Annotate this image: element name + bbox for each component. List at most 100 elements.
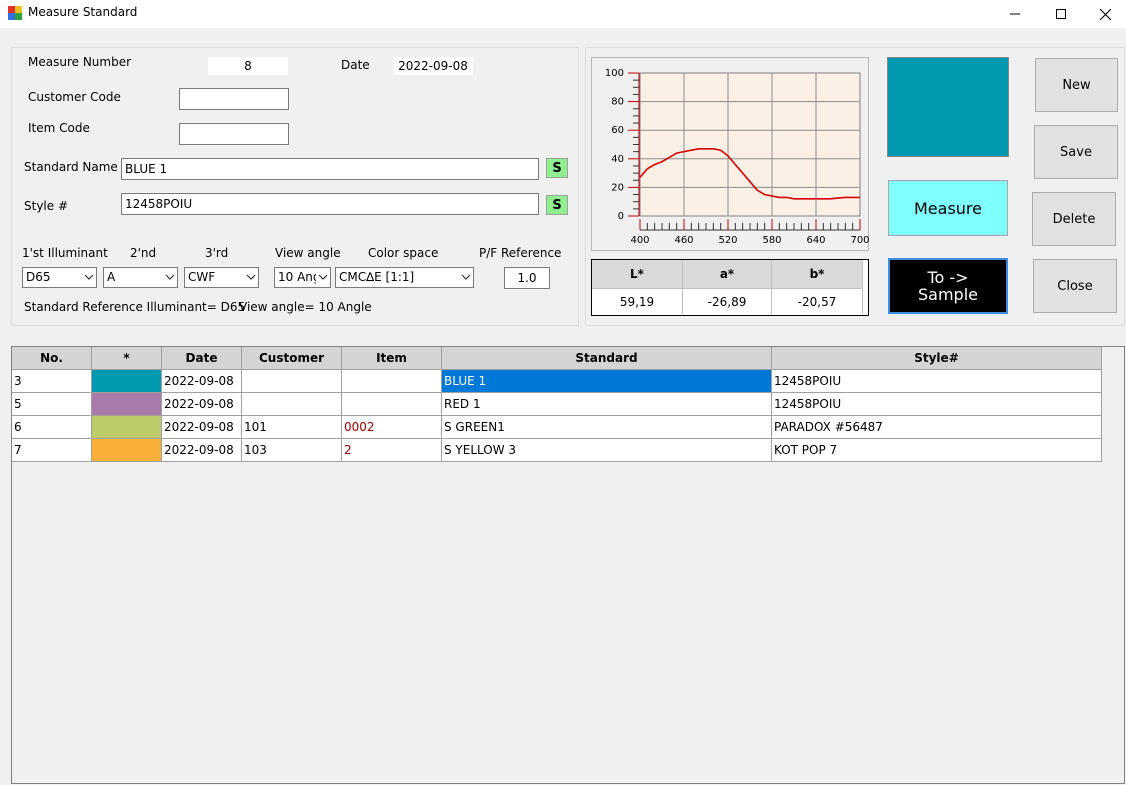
illuminant-2-label: 2'nd bbox=[130, 246, 157, 260]
style-s-button[interactable]: S bbox=[546, 195, 568, 215]
lab-header-l: L* bbox=[592, 260, 683, 289]
x-tick-label: 520 bbox=[718, 235, 737, 246]
lab-header-b: b* bbox=[772, 260, 863, 289]
customer-code-field[interactable] bbox=[179, 88, 289, 110]
cell-style[interactable]: PARADOX #56487 bbox=[772, 416, 1102, 439]
cell-no[interactable]: 6 bbox=[12, 416, 92, 439]
to-sample-line-1: To -> bbox=[927, 268, 969, 287]
cell-customer[interactable] bbox=[242, 393, 342, 416]
maximize-button[interactable] bbox=[1038, 0, 1084, 28]
cell-standard[interactable]: S YELLOW 3 bbox=[442, 439, 772, 462]
illuminant-3-value: CWF bbox=[188, 270, 216, 284]
column-header-customer[interactable]: Customer bbox=[242, 347, 342, 370]
row-color-swatch[interactable] bbox=[92, 439, 162, 462]
cell-item[interactable]: 2 bbox=[342, 439, 442, 462]
x-tick-label: 400 bbox=[630, 235, 649, 246]
minimize-button[interactable] bbox=[992, 0, 1038, 28]
pf-reference-field[interactable]: 1.0 bbox=[504, 267, 550, 289]
close-icon bbox=[1099, 8, 1111, 20]
illuminant-2-select[interactable]: A bbox=[103, 267, 178, 288]
color-space-select[interactable]: CMC∆E [1:1] bbox=[335, 267, 474, 288]
chevron-down-icon bbox=[461, 274, 471, 280]
chevron-down-icon bbox=[165, 274, 175, 280]
cell-no[interactable]: 5 bbox=[12, 393, 92, 416]
cell-style[interactable]: 12458POIU bbox=[772, 393, 1102, 416]
column-header-date[interactable]: Date bbox=[162, 347, 242, 370]
cell-date[interactable]: 2022-09-08 bbox=[162, 416, 242, 439]
lab-values-table: L* a* b* 59,19 -26,89 -20,57 bbox=[591, 259, 869, 316]
column-header-color-marker[interactable]: * bbox=[92, 347, 162, 370]
cell-standard[interactable]: S GREEN1 bbox=[442, 416, 772, 439]
measure-number-value: 8 bbox=[208, 57, 288, 75]
x-tick-label: 640 bbox=[806, 235, 825, 246]
cell-standard[interactable]: BLUE 1 bbox=[442, 370, 772, 393]
cell-customer[interactable] bbox=[242, 370, 342, 393]
y-tick-label: 100 bbox=[605, 68, 624, 79]
save-button[interactable]: Save bbox=[1034, 125, 1118, 179]
color-space-value: CMC∆E [1:1] bbox=[339, 270, 415, 284]
color-space-label: Color space bbox=[368, 246, 439, 260]
illuminant-1-label: 1'st Illuminant bbox=[22, 246, 108, 260]
illuminant-3-select[interactable]: CWF bbox=[184, 267, 259, 288]
row-color-swatch[interactable] bbox=[92, 416, 162, 439]
cell-customer[interactable]: 103 bbox=[242, 439, 342, 462]
cell-item[interactable] bbox=[342, 393, 442, 416]
view-angle-select[interactable]: 10 Ang bbox=[274, 267, 331, 288]
date-value: 2022-09-08 bbox=[393, 57, 473, 75]
close-window-button[interactable] bbox=[1082, 0, 1126, 28]
cell-date[interactable]: 2022-09-08 bbox=[162, 393, 242, 416]
standard-name-field[interactable]: BLUE 1 bbox=[121, 158, 539, 180]
y-tick-label: 40 bbox=[611, 154, 624, 165]
column-header-item[interactable]: Item bbox=[342, 347, 442, 370]
cell-item[interactable]: 0002 bbox=[342, 416, 442, 439]
column-header-no[interactable]: No. bbox=[12, 347, 92, 370]
window-title: Measure Standard bbox=[28, 5, 138, 19]
lab-value-b: -20,57 bbox=[772, 289, 863, 315]
row-color-swatch[interactable] bbox=[92, 393, 162, 416]
y-tick-label: 80 bbox=[611, 97, 624, 108]
illuminant-3-label: 3'rd bbox=[205, 246, 229, 260]
cell-date[interactable]: 2022-09-08 bbox=[162, 439, 242, 462]
standards-grid[interactable]: No. * Date Customer Item Standard Style# 3 2022-… bbox=[11, 346, 1125, 784]
date-label: Date bbox=[341, 58, 370, 72]
lab-header-a: a* bbox=[683, 260, 772, 289]
item-code-field[interactable] bbox=[179, 123, 289, 145]
reference-angle-text: View angle= 10 Angle bbox=[239, 300, 372, 314]
row-color-swatch[interactable] bbox=[92, 370, 162, 393]
to-sample-button[interactable]: To -> Sample bbox=[888, 258, 1008, 314]
measure-button[interactable]: Measure bbox=[888, 180, 1008, 236]
style-field[interactable]: 12458POIU bbox=[121, 193, 539, 215]
cell-date[interactable]: 2022-09-08 bbox=[162, 370, 242, 393]
spectral-chart: 0 20 40 60 80 100 400 460 520 580 640 700 bbox=[591, 57, 870, 251]
maximize-icon bbox=[1056, 9, 1066, 19]
y-tick-label: 60 bbox=[611, 125, 624, 136]
x-tick-label: 580 bbox=[762, 235, 781, 246]
cell-no[interactable]: 7 bbox=[12, 439, 92, 462]
pf-reference-label: P/F Reference bbox=[479, 246, 562, 260]
column-header-style[interactable]: Style# bbox=[772, 347, 1102, 370]
cell-item[interactable] bbox=[342, 370, 442, 393]
plot-area bbox=[639, 72, 861, 217]
cell-no[interactable]: 3 bbox=[12, 370, 92, 393]
minimize-icon bbox=[1010, 13, 1020, 15]
cell-style[interactable]: 12458POIU bbox=[772, 370, 1102, 393]
x-tick-label: 460 bbox=[674, 235, 693, 246]
illuminant-1-select[interactable]: D65 bbox=[22, 267, 97, 288]
delete-button[interactable]: Delete bbox=[1032, 192, 1116, 246]
close-button[interactable]: Close bbox=[1033, 259, 1117, 313]
column-header-standard[interactable]: Standard bbox=[442, 347, 772, 370]
lab-value-a: -26,89 bbox=[683, 289, 772, 315]
cell-standard[interactable]: RED 1 bbox=[442, 393, 772, 416]
chevron-down-icon bbox=[246, 274, 256, 280]
style-label: Style # bbox=[24, 199, 69, 213]
standard-name-s-button[interactable]: S bbox=[546, 158, 568, 178]
chevron-down-icon bbox=[318, 274, 328, 280]
new-button[interactable]: New bbox=[1035, 58, 1118, 112]
standard-name-label: Standard Name bbox=[24, 160, 118, 174]
illuminant-2-value: A bbox=[107, 270, 116, 284]
cell-style[interactable]: KOT POP 7 bbox=[772, 439, 1102, 462]
cell-customer[interactable]: 101 bbox=[242, 416, 342, 439]
view-angle-value: 10 Ang bbox=[278, 270, 316, 284]
illuminant-1-value: D65 bbox=[26, 270, 51, 284]
x-tick-label: 700 bbox=[850, 235, 869, 246]
